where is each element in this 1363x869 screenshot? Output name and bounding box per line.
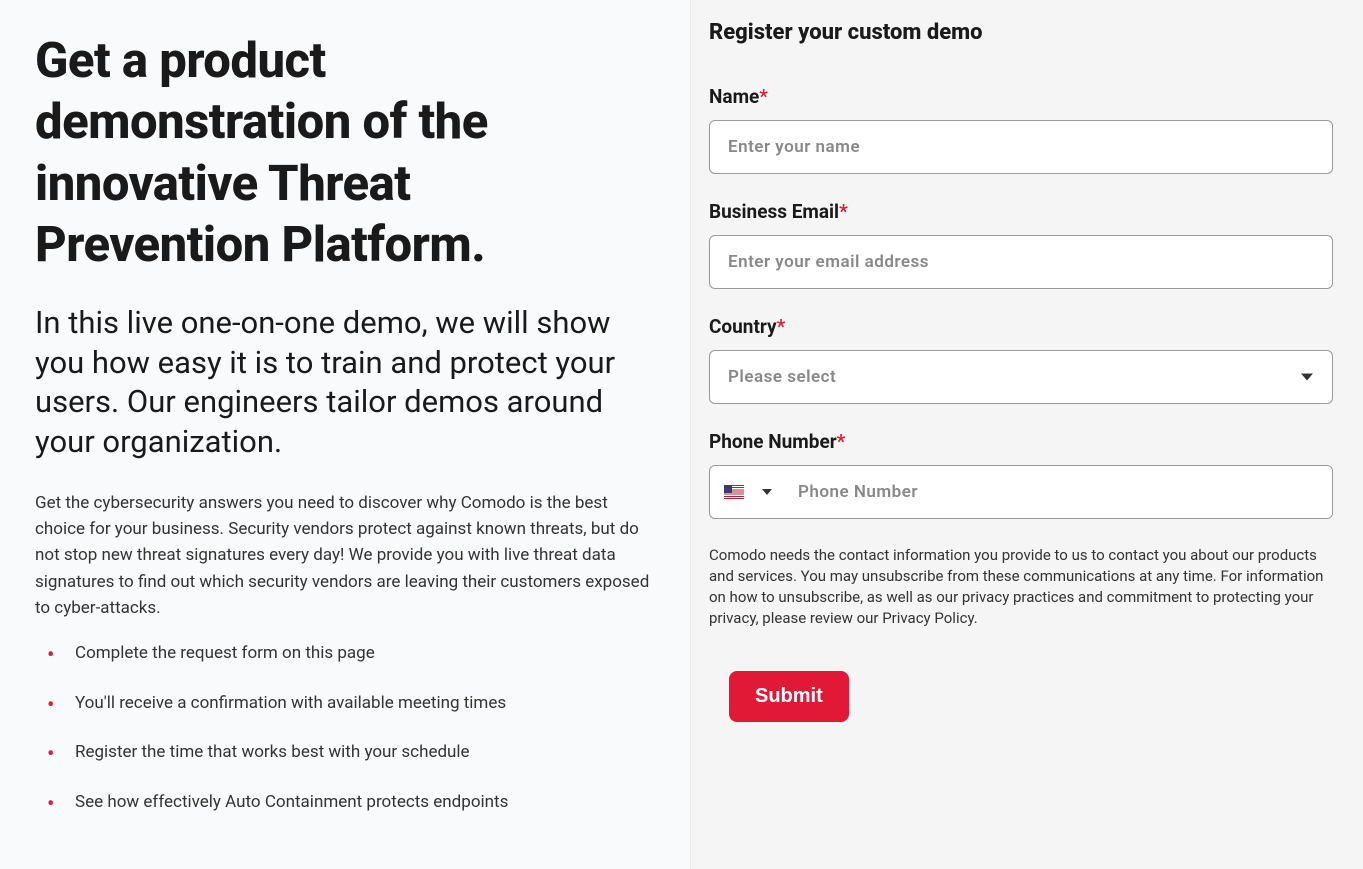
privacy-text: Comodo needs the contact information you…	[709, 545, 1333, 629]
main-heading: Get a product demonstration of the innov…	[35, 30, 650, 275]
chevron-down-icon	[762, 489, 772, 495]
us-flag-icon	[724, 485, 744, 499]
submit-button[interactable]: Submit	[729, 671, 849, 722]
form-title: Register your custom demo	[709, 20, 1333, 45]
country-label: Country*	[709, 315, 1333, 338]
country-select-wrapper: Please select	[709, 350, 1333, 404]
phone-input[interactable]	[786, 466, 1332, 518]
form-panel: Register your custom demo Name* Business…	[690, 0, 1363, 869]
form-group-phone: Phone Number*	[709, 430, 1333, 519]
body-text: Get the cybersecurity answers you need t…	[35, 490, 650, 622]
required-asterisk: *	[837, 430, 846, 453]
list-item: See how effectively Auto Containment pro…	[55, 790, 650, 816]
page-container: Get a product demonstration of the innov…	[0, 0, 1363, 869]
phone-input-wrapper	[709, 465, 1333, 519]
country-select[interactable]: Please select	[709, 350, 1333, 404]
form-group-name: Name*	[709, 85, 1333, 174]
name-input[interactable]	[709, 120, 1333, 174]
name-label-text: Name	[709, 85, 759, 108]
required-asterisk: *	[777, 315, 786, 338]
list-item: You'll receive a confirmation with avail…	[55, 691, 650, 717]
required-asterisk: *	[759, 85, 768, 108]
sub-heading: In this live one-on-one demo, we will sh…	[35, 303, 650, 462]
email-label: Business Email*	[709, 200, 1333, 223]
list-item: Register the time that works best with y…	[55, 740, 650, 766]
form-group-country: Country* Please select	[709, 315, 1333, 404]
email-input[interactable]	[709, 235, 1333, 289]
phone-country-selector[interactable]	[710, 485, 786, 499]
bullet-list: Complete the request form on this page Y…	[35, 641, 650, 815]
email-label-text: Business Email	[709, 200, 839, 223]
required-asterisk: *	[839, 200, 848, 223]
phone-label-text: Phone Number	[709, 430, 837, 453]
content-panel: Get a product demonstration of the innov…	[0, 0, 690, 869]
form-group-email: Business Email*	[709, 200, 1333, 289]
country-label-text: Country	[709, 315, 777, 338]
list-item: Complete the request form on this page	[55, 641, 650, 667]
name-label: Name*	[709, 85, 1333, 108]
phone-label: Phone Number*	[709, 430, 1333, 453]
